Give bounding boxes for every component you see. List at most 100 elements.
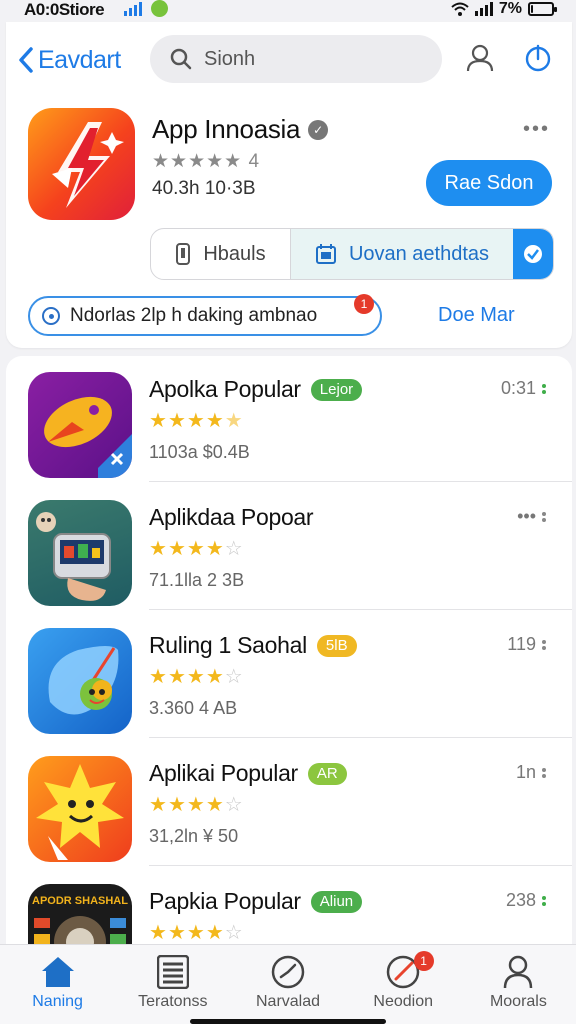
- star-rating: ★★★★☆: [149, 792, 244, 817]
- star-icon: ★: [167, 794, 187, 816]
- cell-signal-icon: [474, 2, 493, 16]
- power-icon: [525, 44, 551, 72]
- power-button[interactable]: [520, 40, 556, 76]
- tab-list[interactable]: Teratonss: [115, 945, 230, 1024]
- star-icon: ★: [149, 922, 168, 944]
- app-title: Apolka Popular: [149, 376, 301, 402]
- star-icon: ★: [186, 922, 206, 944]
- star-icon: ★: [186, 794, 206, 816]
- tab-home[interactable]: Naning: [0, 945, 115, 1024]
- app-icon: [28, 628, 132, 734]
- star-icon: ★: [205, 410, 225, 432]
- lightning-star-icon: [52, 122, 124, 208]
- signal-icon: [124, 2, 142, 16]
- tab-profile[interactable]: Moorals: [461, 945, 576, 1024]
- account-button[interactable]: [462, 40, 498, 76]
- tab-navigate[interactable]: Narvalad: [230, 945, 345, 1024]
- star-icon: ★: [167, 666, 187, 688]
- title-line: Apolka Popular Lejor: [149, 376, 363, 403]
- back-button[interactable]: Eavdart: [18, 42, 121, 78]
- star-icon: ★: [149, 666, 168, 688]
- more-horizontal-icon[interactable]: •••: [523, 118, 550, 141]
- row-action[interactable]: 238: [506, 890, 546, 911]
- notice-badge: 1: [354, 294, 374, 314]
- tab-label: Narvalad: [255, 993, 321, 1010]
- app-icon: [28, 372, 132, 478]
- primary-action-button[interactable]: Rae Sdon: [426, 160, 552, 206]
- row-action-text: 119: [507, 634, 536, 654]
- divider: [149, 609, 572, 610]
- search-input[interactable]: [202, 46, 422, 72]
- carrier-label: A0:0Stiore: [24, 0, 105, 19]
- tab-explore[interactable]: 1 Neodion: [346, 945, 461, 1024]
- segment-second[interactable]: Uovan aethdtas: [291, 229, 513, 279]
- radio-icon: [42, 307, 60, 325]
- see-more-link[interactable]: Doe Mar: [438, 304, 515, 327]
- app-icon: APODR SHASHAL: [28, 884, 132, 946]
- person-icon: [466, 44, 494, 72]
- title-line: Papkia Popular Aliun: [149, 888, 363, 915]
- app-meta: 31,2ln ¥ 50: [149, 826, 239, 846]
- app-rating: ★★★★★ 4: [152, 151, 261, 172]
- more-vertical-icon: [542, 639, 546, 650]
- app-icon: [28, 756, 132, 862]
- star-icon: ☆: [224, 666, 244, 688]
- row-action[interactable]: •••: [517, 506, 546, 527]
- list-icon: [156, 955, 189, 989]
- chat-bubble-icon: [48, 646, 119, 715]
- app-meta: 71.1lla 2 3B: [149, 570, 245, 590]
- list-item[interactable]: Aplikai Popular AR ★★★★☆ 31,2ln ¥ 50 1n: [6, 740, 572, 866]
- divider: [149, 865, 572, 866]
- list-item[interactable]: APODR SHASHAL Papkia Popular Aliun ★★★★☆…: [6, 868, 572, 946]
- title-line: Ruling 1 Saohal 5lB: [149, 632, 357, 659]
- list-item[interactable]: Ruling 1 Saohal 5lB ★★★★☆ 3.360 4 AB 119: [6, 612, 572, 738]
- row-action-text: 238: [505, 890, 536, 910]
- app-title-row: App Innoasia ✓: [152, 114, 329, 145]
- app-meta: 1103a $0.4B: [149, 442, 250, 462]
- segment-second-label: Uovan aethdtas: [348, 242, 490, 265]
- segmented-control: Hbauls Uovan aethdtas: [150, 228, 554, 280]
- app-header-card: Eavdart App Innoasia ✓ ••• ★★★★★ 4: [6, 22, 572, 348]
- calendar-icon: [315, 244, 336, 264]
- notice-pill[interactable]: Ndorlas 2lp h daking ambnao 1: [28, 294, 382, 336]
- battery-percent: 7%: [498, 0, 522, 17]
- app-title: Aplikdaa Popoar: [149, 504, 314, 530]
- status-bar: A0:0Stiore 7%: [0, 0, 576, 22]
- tab-label: Moorals: [489, 993, 547, 1010]
- list-item[interactable]: Apolka Popular Lejor ★★★★★ 1103a $0.4B 0…: [6, 356, 572, 482]
- more-vertical-icon: [542, 767, 546, 778]
- star-rating: ★★★★☆: [149, 920, 244, 945]
- battery-icon: [528, 2, 557, 16]
- divider: [149, 481, 572, 482]
- star-icon: ★: [205, 922, 225, 944]
- row-action[interactable]: 1n: [516, 762, 546, 783]
- star-icon: ★: [205, 794, 225, 816]
- search-bar[interactable]: [150, 35, 442, 83]
- search-icon: [170, 48, 192, 70]
- tag-badge: Aliun: [310, 890, 363, 913]
- battery-fill: [531, 5, 533, 13]
- row-action-text: 1n: [515, 762, 536, 782]
- star-icon: ★: [186, 410, 206, 432]
- check-badge-icon: [524, 245, 542, 263]
- app-icon: [28, 500, 132, 606]
- device-icon: [36, 512, 111, 601]
- star-icon: ☆: [224, 538, 244, 560]
- row-action[interactable]: 119: [507, 634, 546, 655]
- sun-face-icon: [36, 764, 124, 860]
- tab-label: Naning: [32, 993, 83, 1010]
- segment-first[interactable]: Hbauls: [151, 229, 291, 279]
- list-item[interactable]: Aplikdaa Popoar ★★★★☆ 71.1lla 2 3B •••: [6, 484, 572, 610]
- app-meta: 40.3h 10·3B: [152, 178, 256, 199]
- tab-label: Neodion: [373, 993, 434, 1010]
- app-badge-icon: [151, 0, 168, 17]
- star-icon: ★: [224, 410, 244, 432]
- star-rating: ★★★★☆: [149, 536, 244, 561]
- star-icon: ★: [186, 538, 206, 560]
- segment-check[interactable]: [513, 229, 553, 279]
- star-icon: ☆: [224, 794, 244, 816]
- row-action[interactable]: 0:31: [501, 378, 546, 399]
- home-icon: [41, 957, 74, 987]
- more-vertical-icon: [542, 511, 546, 522]
- app-meta: 3.360 4 AB: [149, 698, 238, 718]
